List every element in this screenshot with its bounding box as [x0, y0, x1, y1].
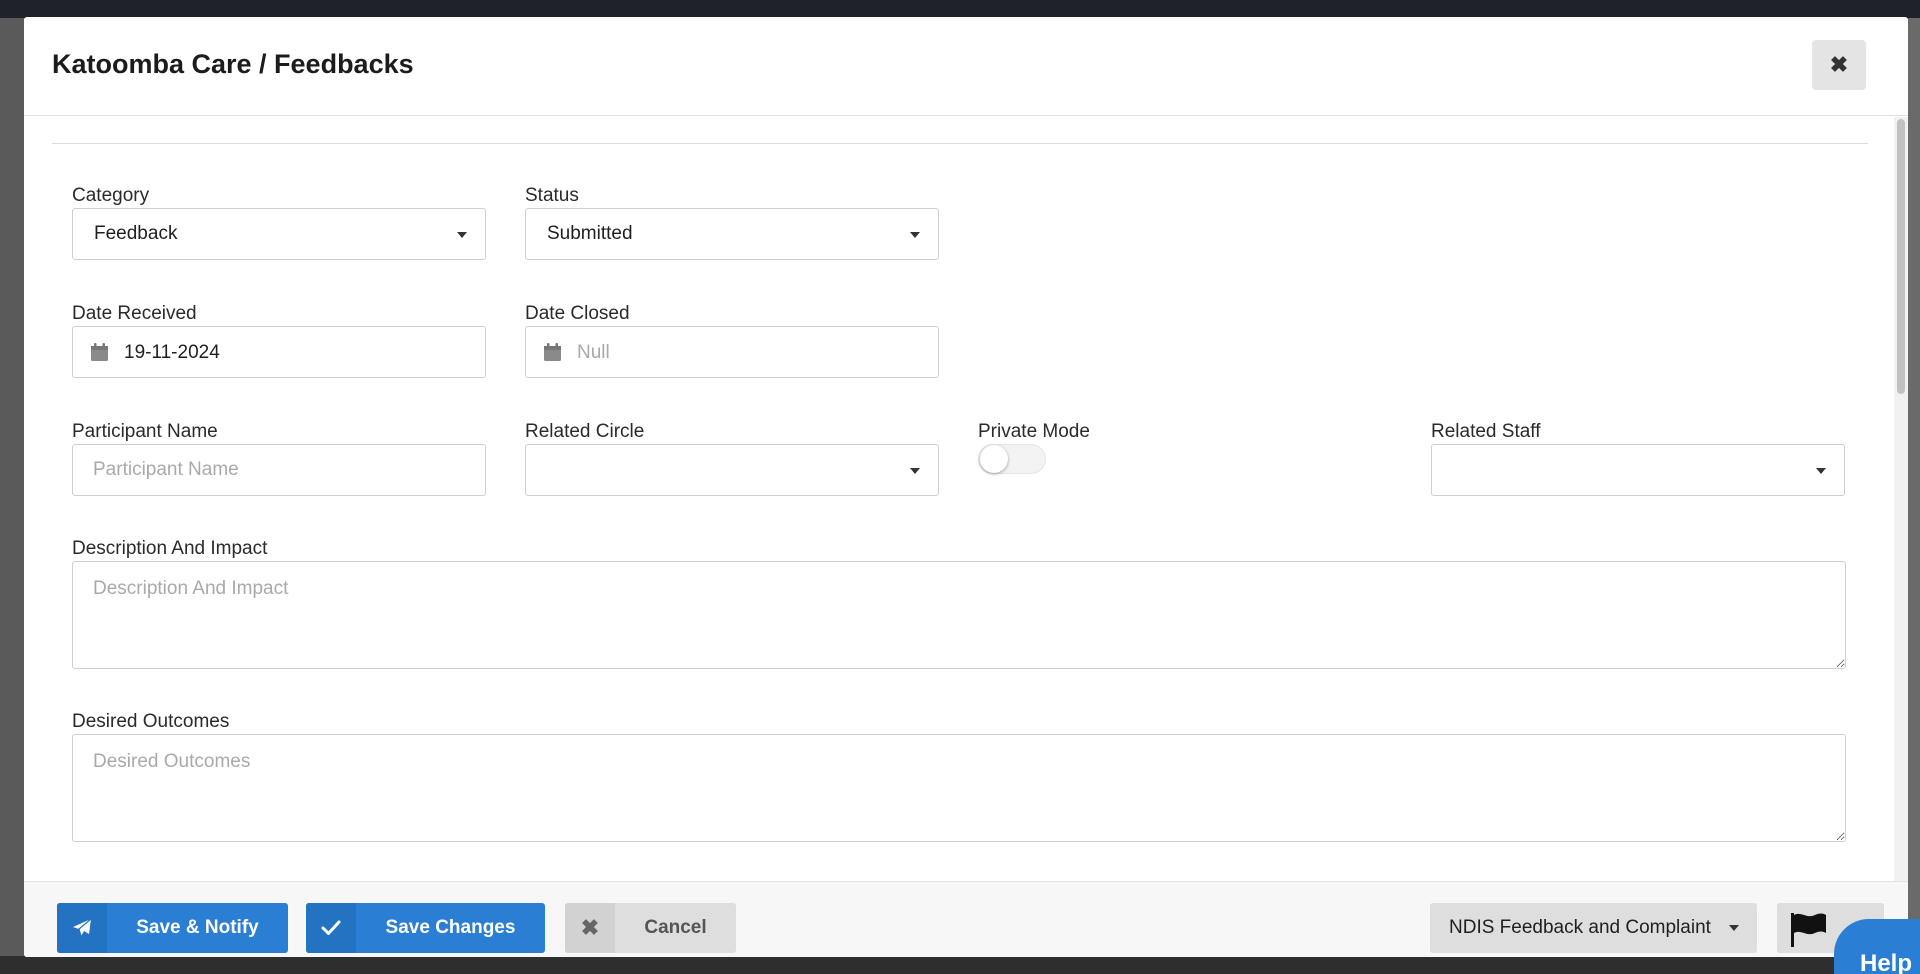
category-value: Feedback [94, 223, 178, 244]
cancel-button[interactable]: ✖ Cancel [565, 903, 736, 953]
save-notify-label: Save & Notify [136, 917, 259, 938]
times-icon: ✖ [565, 903, 615, 953]
chevron-down-icon [910, 232, 920, 238]
related-staff-label: Related Staff [1431, 421, 1541, 442]
scrollbar-thumb[interactable] [1897, 119, 1905, 394]
date-closed-field[interactable]: Null [525, 326, 939, 378]
category-label: Category [72, 185, 150, 206]
background-sidebar [0, 18, 24, 974]
date-received-field[interactable]: 19-11-2024 [72, 326, 486, 378]
background-topbar [0, 0, 1920, 18]
related-circle-label: Related Circle [525, 421, 645, 442]
modal-title: Katoomba Care / Feedbacks [52, 49, 414, 79]
participant-name-input[interactable] [72, 444, 486, 496]
flag-icon [1791, 913, 1826, 947]
related-circle-select[interactable] [525, 444, 939, 496]
private-mode-toggle[interactable] [978, 444, 1046, 474]
calendar-icon [91, 343, 108, 361]
chevron-down-icon [1816, 468, 1826, 474]
chevron-down-icon [457, 232, 467, 238]
form-type-label: NDIS Feedback and Complaint [1449, 917, 1711, 938]
participant-name-label: Participant Name [72, 421, 218, 442]
desired-outcomes-textarea[interactable] [72, 734, 1846, 842]
paper-plane-icon [57, 903, 107, 953]
modal-scrollbar[interactable] [1894, 117, 1908, 881]
modal-footer: Save & Notify Save Changes ✖ Cancel NDIS… [24, 881, 1908, 957]
date-closed-label: Date Closed [525, 303, 630, 324]
date-received-value: 19-11-2024 [124, 342, 220, 363]
save-notify-button[interactable]: Save & Notify [57, 903, 288, 953]
close-icon: ✖ [1829, 52, 1849, 77]
status-value: Submitted [547, 223, 633, 244]
desired-outcomes-label: Desired Outcomes [72, 711, 230, 732]
toggle-knob [980, 445, 1008, 473]
status-select[interactable]: Submitted [525, 208, 939, 260]
calendar-icon [544, 343, 561, 361]
help-button[interactable]: Help [1834, 919, 1920, 974]
cancel-label: Cancel [644, 917, 707, 938]
close-button[interactable]: ✖ [1812, 40, 1866, 90]
check-icon [306, 903, 356, 953]
background-bottom-bar [0, 956, 1920, 974]
modal-body: Category Feedback Status Submitted Date … [24, 117, 1894, 881]
private-mode-label: Private Mode [978, 421, 1090, 442]
chevron-down-icon [910, 468, 920, 474]
form-type-dropdown[interactable]: NDIS Feedback and Complaint [1430, 903, 1757, 953]
save-changes-button[interactable]: Save Changes [306, 903, 545, 953]
date-received-label: Date Received [72, 303, 197, 324]
chevron-down-icon [1729, 925, 1739, 931]
status-label: Status [525, 185, 579, 206]
divider [52, 143, 1868, 144]
category-select[interactable]: Feedback [72, 208, 486, 260]
description-label: Description And Impact [72, 538, 268, 559]
modal-header: Katoomba Care / Feedbacks ✖ [24, 17, 1908, 116]
description-textarea[interactable] [72, 561, 1846, 669]
save-changes-label: Save Changes [385, 917, 516, 938]
date-closed-placeholder: Null [577, 342, 610, 363]
feedback-modal: Katoomba Care / Feedbacks ✖ Category Fee… [24, 17, 1908, 957]
related-staff-select[interactable] [1431, 444, 1845, 496]
